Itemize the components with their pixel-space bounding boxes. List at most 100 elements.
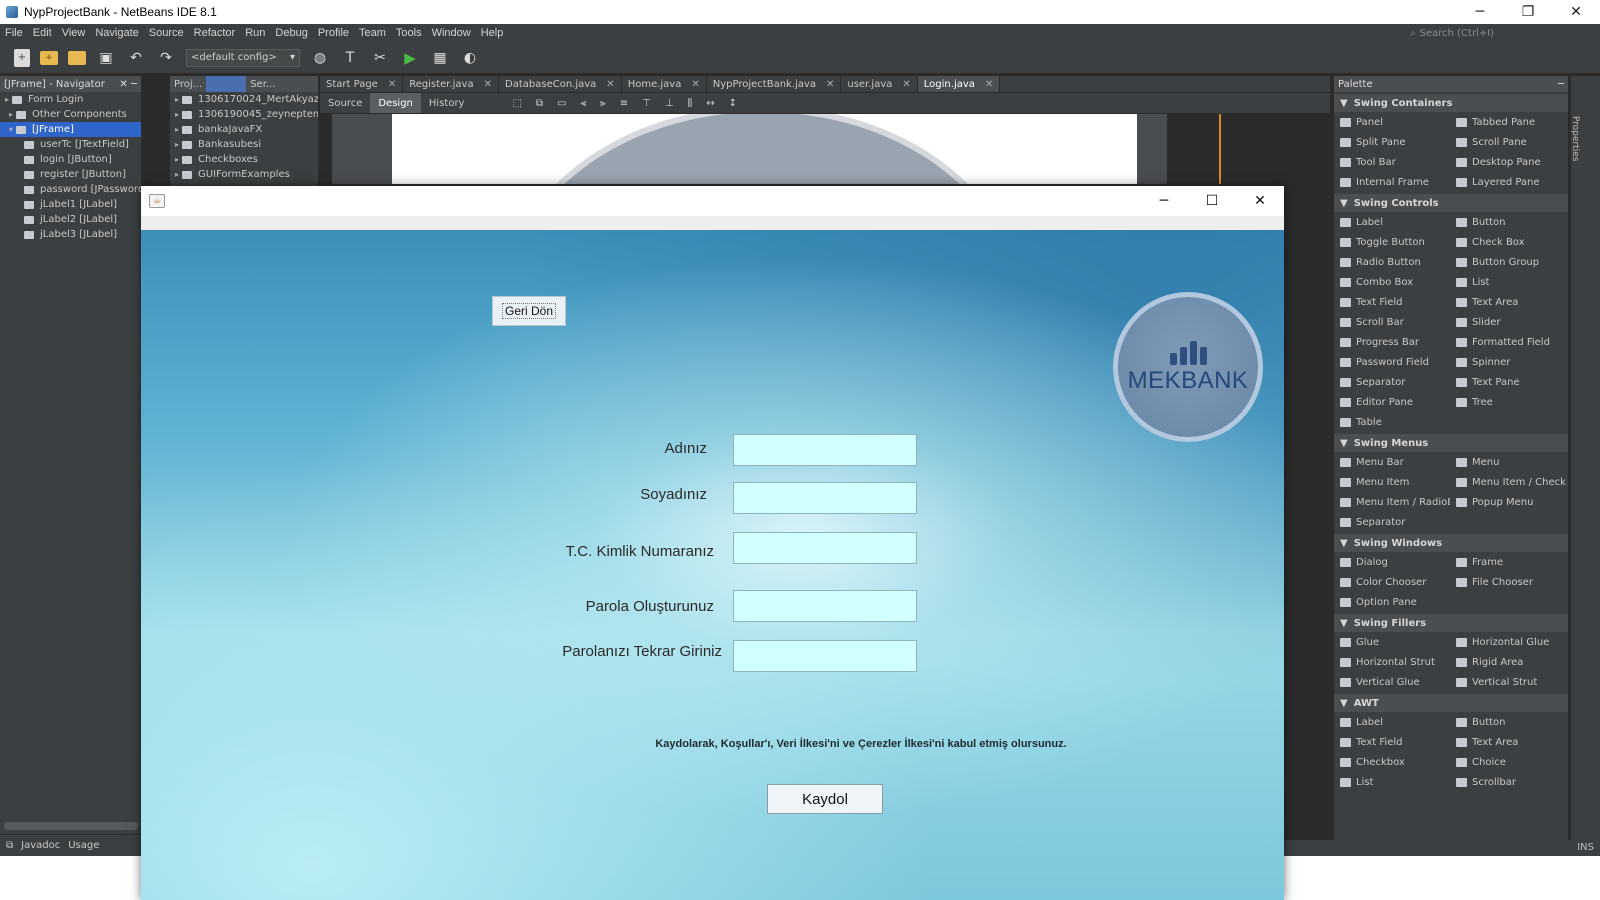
tree-item-selected[interactable]: ▾ [JFrame] <box>0 122 141 137</box>
tree-item[interactable]: register [JButton] <box>0 167 141 182</box>
palette-item[interactable]: File Chooser <box>1450 572 1566 592</box>
palette-item[interactable]: Vertical Glue <box>1334 672 1450 692</box>
close-icon[interactable]: ✕ <box>826 79 834 90</box>
menu-window[interactable]: Window <box>427 27 476 39</box>
menu-help[interactable]: Help <box>476 27 509 39</box>
palette-item[interactable]: Rigid Area <box>1450 652 1566 672</box>
palette-item[interactable]: Text Field <box>1334 732 1450 752</box>
tab-design[interactable]: Design <box>370 93 421 113</box>
menu-tools[interactable]: Tools <box>391 27 427 39</box>
palette-item[interactable]: Combo Box <box>1334 272 1450 292</box>
palette-item[interactable]: Menu Bar <box>1334 452 1450 472</box>
tab-start-page[interactable]: Start Page ✕ <box>320 76 404 92</box>
navigator-scrollbar[interactable] <box>4 822 138 830</box>
build-hammer-icon[interactable]: T <box>340 48 360 68</box>
tab-services[interactable]: Ser... <box>246 76 279 92</box>
palette-item[interactable]: Toggle Button <box>1334 232 1450 252</box>
properties-tab[interactable]: Properties <box>1570 116 1580 161</box>
window-icon[interactable]: ⧉ <box>6 840 13 851</box>
tab-projects[interactable]: Proj... <box>170 76 206 92</box>
palette-item[interactable]: List <box>1450 272 1566 292</box>
palette-item[interactable]: Button Group <box>1450 252 1566 272</box>
tree-item[interactable]: jLabel3 [JLabel] <box>0 227 141 242</box>
project-item[interactable]: ▸ Bankasubesi <box>170 137 318 152</box>
minimize-icon[interactable]: ─ <box>1140 186 1188 216</box>
close-icon[interactable]: ✕ <box>606 79 614 90</box>
profile-icon[interactable]: ◐ <box>460 48 480 68</box>
palette-item[interactable]: Spinner <box>1450 352 1566 372</box>
palette-item[interactable]: Frame <box>1450 552 1566 572</box>
palette-item[interactable]: Scroll Bar <box>1334 312 1450 332</box>
menu-debug[interactable]: Debug <box>270 27 312 39</box>
palette-item[interactable]: Separator <box>1334 512 1450 532</box>
palette-item[interactable]: Text Pane <box>1450 372 1566 392</box>
palette-item[interactable]: Option Pane <box>1334 592 1450 612</box>
menu-team[interactable]: Team <box>354 27 391 39</box>
align-right-icon[interactable]: ⫸ <box>600 98 606 109</box>
palette-item[interactable]: Check Box <box>1450 232 1566 252</box>
open-project-icon[interactable] <box>68 50 86 65</box>
project-item[interactable]: ▸ 1306170024_MertAkyazı <box>170 92 318 107</box>
tree-item[interactable]: jLabel1 [JLabel] <box>0 197 141 212</box>
palette-item[interactable]: Formatted Field <box>1450 332 1566 352</box>
close-icon[interactable]: ✕ <box>484 79 492 90</box>
tree-item[interactable]: password [JPasswordField] <box>0 182 141 197</box>
menu-view[interactable]: View <box>57 27 91 39</box>
palette-item[interactable]: Layered Pane <box>1450 172 1566 192</box>
project-item[interactable]: ▸ GUIFormExamples <box>170 167 318 182</box>
new-project-icon[interactable]: + <box>40 50 58 65</box>
minimize-icon[interactable]: ─ <box>1456 0 1504 24</box>
close-icon[interactable]: ✕ <box>902 79 910 90</box>
palette-item[interactable]: Tree <box>1450 392 1566 412</box>
back-button[interactable]: Geri Dön <box>492 296 566 326</box>
save-all-icon[interactable]: ▣ <box>96 48 116 68</box>
menu-file[interactable]: File <box>0 27 28 39</box>
resize-vertical-icon[interactable]: ↕ <box>729 98 737 109</box>
palette-item[interactable]: List <box>1334 772 1450 792</box>
palette-section-header[interactable]: ▼ Swing Containers <box>1334 94 1568 112</box>
tab-user-java[interactable]: user.java ✕ <box>841 76 918 92</box>
palette-item[interactable]: Separator <box>1334 372 1450 392</box>
menu-navigate[interactable]: Navigate <box>90 27 143 39</box>
palette-section-header[interactable]: ▼ Swing Controls <box>1334 194 1568 212</box>
tree-item[interactable]: userTc [JTextField] <box>0 137 141 152</box>
palette-item[interactable]: Tool Bar <box>1334 152 1450 172</box>
palette-item[interactable]: Split Pane <box>1334 132 1450 152</box>
palette-item[interactable]: Checkbox <box>1334 752 1450 772</box>
create-password-field[interactable] <box>733 590 917 622</box>
palette-item[interactable]: Progress Bar <box>1334 332 1450 352</box>
close-icon[interactable]: ✕ <box>985 79 993 90</box>
palette-item[interactable]: Color Chooser <box>1334 572 1450 592</box>
tree-item[interactable]: login [JButton] <box>0 152 141 167</box>
palette-item[interactable]: Horizontal Glue <box>1450 632 1566 652</box>
palette-item[interactable]: Menu Item / RadioButton <box>1334 492 1450 512</box>
align-center-icon[interactable]: ≡ <box>620 98 628 109</box>
new-file-icon[interactable]: + <box>14 48 30 67</box>
palette-item[interactable]: Dialog <box>1334 552 1450 572</box>
tree-item[interactable]: jLabel2 [JLabel] <box>0 212 141 227</box>
close-icon[interactable]: ✕ ─ <box>119 79 137 90</box>
connection-mode-icon[interactable]: ⧉ <box>536 98 543 109</box>
palette-item[interactable]: Menu <box>1450 452 1566 472</box>
palette-item[interactable]: Scroll Pane <box>1450 132 1566 152</box>
restore-icon[interactable]: ❐ <box>1504 0 1552 24</box>
palette-item[interactable]: Text Area <box>1450 292 1566 312</box>
resize-horizontal-icon[interactable]: ↔ <box>706 98 714 109</box>
palette-item[interactable]: Text Area <box>1450 732 1566 752</box>
palette-item[interactable]: Menu Item / CheckBox <box>1450 472 1566 492</box>
palette-item[interactable]: Internal Frame <box>1334 172 1450 192</box>
project-item[interactable]: ▸ 1306190045_zeyneptemi <box>170 107 318 122</box>
usages-tab[interactable]: Usage <box>68 840 99 851</box>
debug-icon[interactable]: ▦ <box>430 48 450 68</box>
tree-item[interactable]: ▸ Form Login <box>0 92 141 107</box>
palette-item[interactable]: Glue <box>1334 632 1450 652</box>
close-icon[interactable]: ✕ <box>691 79 699 90</box>
tab-history[interactable]: History <box>421 93 473 113</box>
close-icon[interactable]: ✕ <box>388 79 396 90</box>
palette-item[interactable]: Button <box>1450 212 1566 232</box>
run-icon[interactable]: ▶ <box>400 48 420 68</box>
palette-item[interactable]: Label <box>1334 712 1450 732</box>
tab-home-java[interactable]: Home.java ✕ <box>622 76 707 92</box>
repeat-password-field[interactable] <box>733 640 917 672</box>
align-bottom-icon[interactable]: ⊥ <box>665 98 674 109</box>
